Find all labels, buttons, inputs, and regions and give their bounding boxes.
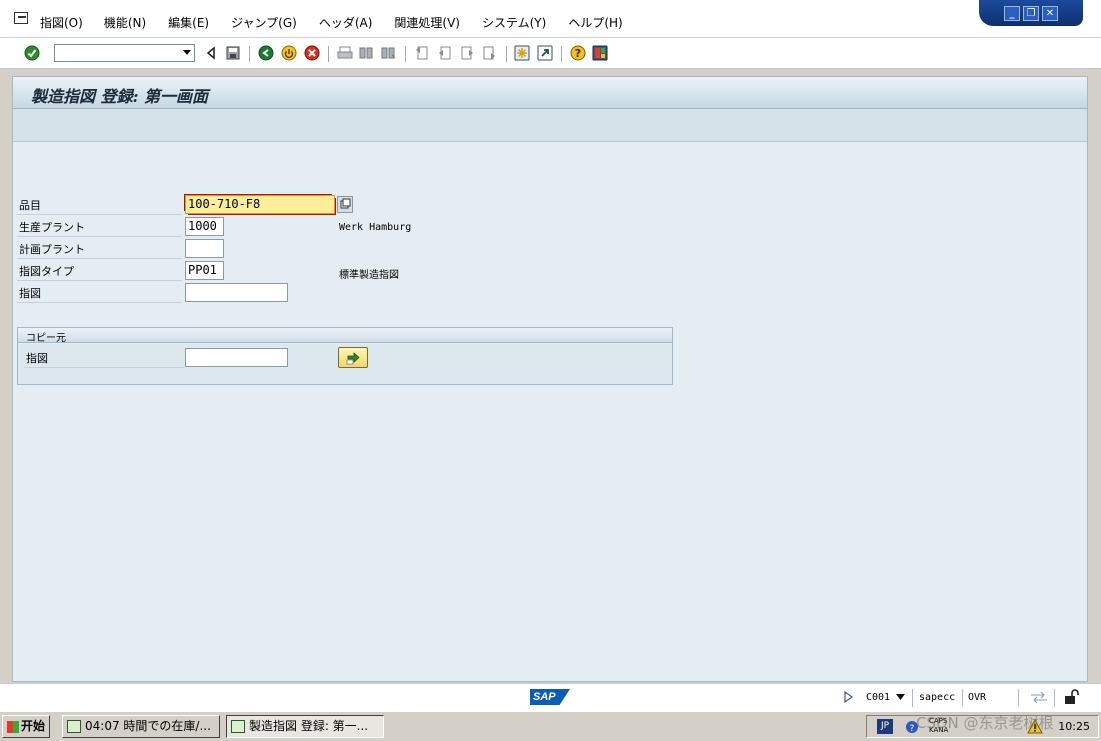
enter-icon[interactable] [24, 45, 40, 61]
toolbar-separator [561, 46, 562, 62]
production-plant-field[interactable]: 1000 [185, 217, 224, 236]
menu-help[interactable]: ヘルプ(H) [568, 14, 622, 31]
copy-order-field[interactable] [185, 348, 288, 367]
play-icon[interactable] [844, 691, 853, 703]
standard-toolbar: ? [0, 38, 1101, 69]
title-bar: 製造指図 登録: 第一画面 [13, 77, 1087, 109]
order-field[interactable] [185, 283, 288, 302]
planning-plant-label: 計画プラント [19, 243, 85, 256]
copy-from-group: コピー元 指図 [17, 327, 673, 385]
application-toolbar [13, 109, 1087, 142]
order-type-label: 指図タイプ [19, 265, 74, 278]
watermark: CSDN @东京老树根 [916, 714, 1054, 732]
shortcut-icon[interactable] [537, 45, 553, 61]
status-separator [1054, 689, 1055, 707]
status-separator [962, 689, 963, 707]
chevron-down-icon[interactable] [896, 694, 905, 700]
command-field[interactable] [54, 44, 195, 62]
status-separator [912, 689, 913, 707]
menu-environment[interactable]: 関連処理(V) [394, 14, 460, 31]
minimize-button[interactable]: _ [1004, 5, 1020, 21]
next-page-icon [461, 46, 473, 60]
menu-system[interactable]: システム(Y) [482, 14, 546, 31]
planning-plant-row: 計画プラント [17, 237, 182, 259]
svg-text:?: ? [575, 47, 581, 60]
menu-header[interactable]: ヘッダ(A) [319, 14, 373, 31]
planning-plant-field[interactable] [185, 239, 224, 258]
order-label: 指図 [19, 287, 41, 300]
sap-window-icon [67, 720, 81, 733]
server-name: sapecc [919, 692, 956, 703]
screen-area: 製造指図 登録: 第一画面 品目 100-710-F8 生産プラント 1000 … [12, 76, 1088, 682]
group-body: 指図 [18, 344, 672, 384]
copy-execute-button[interactable] [338, 347, 368, 368]
copy-order-label: 指図 [26, 352, 48, 365]
language-indicator[interactable]: JP [877, 719, 893, 734]
menu-bar: 指図(O) 機能(N) 編集(E) ジャンプ(G) ヘッダ(A) 関連処理(V)… [0, 0, 1101, 38]
menu-items: 指図(O) 機能(N) 編集(E) ジャンプ(G) ヘッダ(A) 関連処理(V)… [40, 14, 645, 31]
material-row: 品目 [17, 193, 182, 215]
order-type-row: 指図タイプ [17, 259, 182, 281]
find-next-icon [381, 47, 396, 59]
sap-logo: SAP [530, 689, 570, 705]
connection-icon [1031, 691, 1047, 703]
restore-button[interactable]: ❐ [1023, 5, 1039, 21]
print-icon [337, 46, 353, 59]
task-label: 製造指図 登録: 第一... [249, 719, 369, 733]
order-type-description: 標準製造指図 [339, 270, 399, 281]
system-menu-icon[interactable] [14, 12, 28, 24]
cancel-icon[interactable] [304, 45, 320, 61]
find-icon [359, 47, 373, 59]
toolbar-separator [405, 46, 406, 62]
system-client: C001 [866, 692, 891, 703]
status-bar: SAP C001 sapecc OVR [0, 683, 1101, 711]
menu-edit[interactable]: 編集(E) [168, 14, 209, 31]
menu-order[interactable]: 指図(O) [40, 14, 83, 31]
first-page-icon [416, 46, 428, 60]
sap-window-icon [231, 720, 245, 733]
window-controls: _ ❐ ✕ [979, 0, 1083, 26]
back-icon[interactable] [203, 45, 219, 61]
menu-goto[interactable]: ジャンプ(G) [231, 14, 297, 31]
clock: 10:25 [1058, 720, 1090, 733]
copy-order-row: 指図 [24, 346, 184, 368]
menu-functions[interactable]: 機能(N) [104, 14, 146, 31]
new-session-icon[interactable] [514, 45, 530, 61]
arrow-right-icon [346, 352, 360, 365]
windows-logo-icon [7, 721, 19, 733]
svg-text:?: ? [910, 724, 915, 734]
close-button[interactable]: ✕ [1042, 5, 1058, 21]
toolbar-separator [249, 46, 250, 62]
material-label: 品目 [19, 199, 41, 212]
help-icon[interactable]: ? [570, 45, 586, 61]
exit-icon[interactable] [281, 45, 297, 61]
task-create-order[interactable]: 製造指図 登録: 第一... [226, 715, 384, 738]
production-plant-label: 生産プラント [19, 221, 85, 234]
page-title: 製造指図 登録: 第一画面 [31, 87, 209, 106]
task-label: 04:07 時間での在庫/... [85, 719, 211, 733]
command-input[interactable] [55, 45, 175, 61]
production-plant-row: 生産プラント [17, 215, 182, 237]
save-icon[interactable] [225, 45, 241, 61]
group-title: コピー元 [26, 333, 66, 344]
material-field[interactable]: 100-710-F8 [185, 195, 335, 214]
chevron-down-icon[interactable] [183, 50, 191, 55]
prev-page-icon [439, 46, 451, 60]
group-header: コピー元 [18, 328, 672, 344]
start-label: 开始 [21, 719, 46, 733]
insert-mode[interactable]: OVR [968, 692, 986, 703]
order-row: 指図 [17, 281, 182, 303]
customize-layout-icon[interactable] [592, 45, 608, 61]
last-page-icon [483, 46, 495, 60]
value-help-icon[interactable] [337, 196, 353, 213]
order-type-field[interactable]: PP01 [185, 261, 224, 280]
toolbar-separator [328, 46, 329, 62]
task-stock-overview[interactable]: 04:07 時間での在庫/... [62, 715, 220, 738]
lock-icon[interactable] [1063, 689, 1079, 705]
toolbar-separator [506, 46, 507, 62]
production-plant-description: Werk Hamburg [339, 222, 412, 233]
status-separator [1018, 689, 1019, 707]
start-button[interactable]: 开始 [2, 715, 50, 738]
back-green-icon[interactable] [258, 45, 274, 61]
